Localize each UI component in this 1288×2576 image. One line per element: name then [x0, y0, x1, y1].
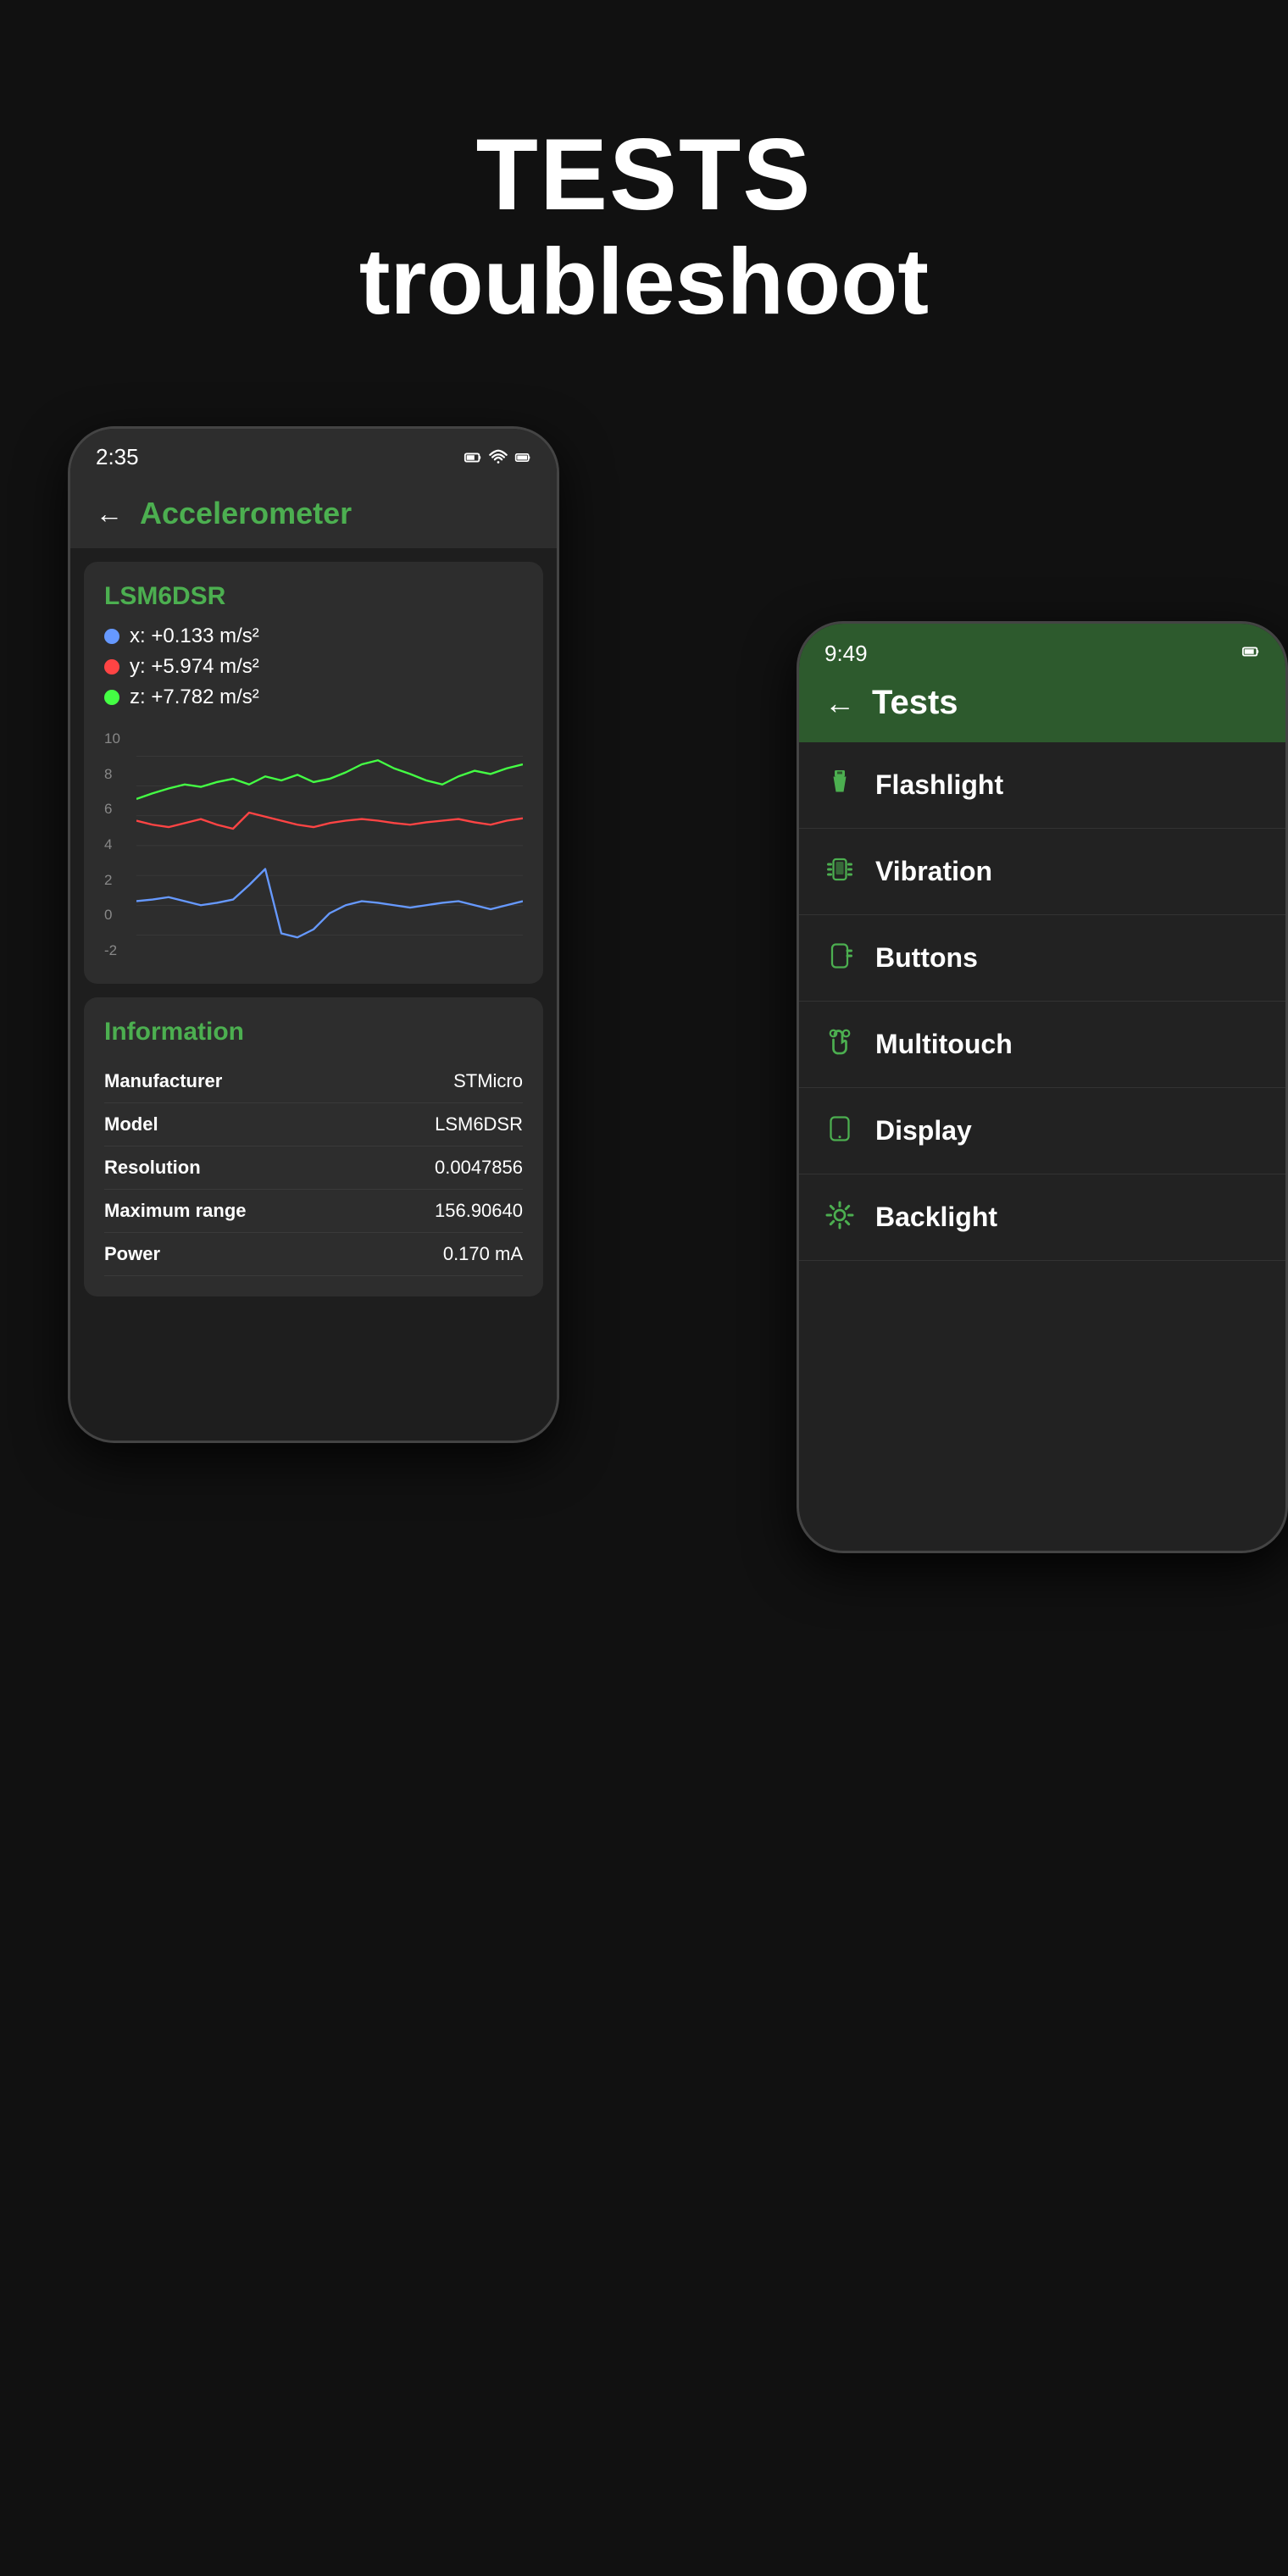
test-label-flashlight: Flashlight — [875, 769, 1003, 801]
legend-z: z: +7.782 m/s² — [104, 686, 523, 709]
info-title: Information — [104, 1018, 523, 1046]
legend-y: y: +5.974 m/s² — [104, 655, 523, 679]
info-row-resolution: Resolution 0.0047856 — [104, 1146, 523, 1190]
app-title-left: Accelerometer — [140, 496, 352, 531]
legend-x: x: +0.133 m/s² — [104, 625, 523, 648]
sensor-card: LSM6DSR x: +0.133 m/s² y: +5.974 m/s² z:… — [84, 562, 543, 984]
page-subtitle: troubleshoot — [0, 230, 1288, 333]
battery2-icon-left — [514, 449, 531, 466]
wifi-icon-left — [489, 448, 508, 467]
info-row-model: Model LSM6DSR — [104, 1103, 523, 1146]
test-label-buttons: Buttons — [875, 942, 978, 974]
info-value-resolution: 0.0047856 — [435, 1157, 523, 1179]
info-value-manufacturer: STMicro — [453, 1070, 523, 1092]
test-label-multitouch: Multitouch — [875, 1029, 1013, 1060]
vibration-icon — [824, 854, 855, 889]
tests-list: Flashlight — [799, 742, 1285, 1551]
test-item-buttons[interactable]: Buttons — [799, 915, 1285, 1002]
legend-dot-x — [104, 629, 119, 644]
y-label-2: 2 — [104, 872, 134, 889]
tests-title: Tests — [872, 684, 958, 722]
y-axis: 10 8 6 4 2 0 -2 — [104, 726, 134, 963]
back-button-right[interactable]: ← — [824, 686, 855, 721]
backlight-icon — [824, 1200, 855, 1235]
info-section: Information Manufacturer STMicro Model L… — [84, 997, 543, 1296]
status-icons-right — [1241, 642, 1260, 665]
time-left: 2:35 — [96, 444, 139, 470]
info-row-manufacturer: Manufacturer STMicro — [104, 1060, 523, 1103]
info-label-model: Model — [104, 1113, 158, 1135]
test-item-backlight[interactable]: Backlight — [799, 1174, 1285, 1261]
status-bar-left: 2:35 — [70, 429, 557, 479]
status-bar-right: 9:49 — [824, 641, 1260, 667]
info-label-resolution: Resolution — [104, 1157, 201, 1179]
info-label-maxrange: Maximum range — [104, 1200, 247, 1222]
accelerometer-chart: 10 8 6 4 2 0 -2 — [104, 726, 523, 963]
status-icons-left — [464, 448, 531, 467]
info-value-power: 0.170 mA — [443, 1243, 523, 1265]
legend-label-y: y: +5.974 m/s² — [130, 655, 259, 679]
info-value-maxrange: 156.90640 — [435, 1200, 523, 1222]
page-title: TESTS — [0, 119, 1288, 230]
legend-label-z: z: +7.782 m/s² — [130, 686, 259, 709]
y-label-6: 6 — [104, 801, 134, 818]
y-label-10: 10 — [104, 730, 134, 747]
buttons-icon — [824, 941, 855, 975]
legend-dot-z — [104, 690, 119, 705]
info-row-maxrange: Maximum range 156.90640 — [104, 1190, 523, 1233]
info-row-power: Power 0.170 mA — [104, 1233, 523, 1276]
test-item-display[interactable]: Display — [799, 1088, 1285, 1174]
test-item-vibration[interactable]: Vibration — [799, 829, 1285, 915]
chart-svg — [136, 726, 523, 963]
y-label-0: 0 — [104, 907, 134, 924]
legend-label-x: x: +0.133 m/s² — [130, 625, 259, 648]
display-icon — [824, 1113, 855, 1148]
green-header: 9:49 ← Tests — [799, 624, 1285, 742]
phone-left-inner: 2:35 — [70, 429, 557, 1441]
legend-dot-y — [104, 659, 119, 675]
back-button-left[interactable]: ← — [96, 498, 123, 530]
battery-icon-left — [464, 448, 482, 467]
phone-right-inner: 9:49 ← Tests — [799, 624, 1285, 1551]
tests-app-bar: ← Tests — [824, 684, 1260, 722]
time-right: 9:49 — [824, 641, 868, 667]
flashlight-icon — [824, 768, 855, 802]
test-label-backlight: Backlight — [875, 1202, 997, 1233]
sensor-title: LSM6DSR — [104, 582, 523, 611]
info-label-manufacturer: Manufacturer — [104, 1070, 222, 1092]
info-value-model: LSM6DSR — [435, 1113, 523, 1135]
y-label-neg2: -2 — [104, 942, 134, 959]
phone-left: 2:35 — [68, 426, 559, 1443]
test-item-flashlight[interactable]: Flashlight — [799, 742, 1285, 829]
phone-right: 9:49 ← Tests — [797, 621, 1288, 1553]
multitouch-icon — [824, 1027, 855, 1062]
phones-area: 2:35 — [0, 384, 1288, 2418]
y-label-8: 8 — [104, 766, 134, 783]
battery-icon-right — [1241, 642, 1260, 661]
test-label-vibration: Vibration — [875, 856, 992, 887]
test-label-display: Display — [875, 1115, 972, 1146]
info-label-power: Power — [104, 1243, 160, 1265]
header-section: TESTS troubleshoot — [0, 0, 1288, 384]
test-item-multitouch[interactable]: Multitouch — [799, 1002, 1285, 1088]
app-bar-left: ← Accelerometer — [70, 479, 557, 548]
y-label-4: 4 — [104, 836, 134, 853]
